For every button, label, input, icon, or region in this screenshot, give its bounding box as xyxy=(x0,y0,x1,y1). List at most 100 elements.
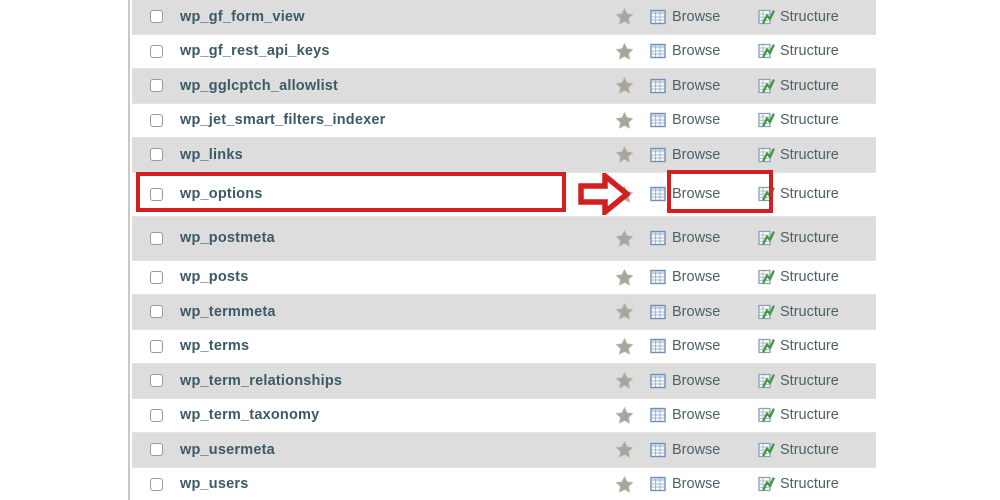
structure-action[interactable]: Structure xyxy=(758,442,876,458)
structure-action[interactable]: Structure xyxy=(758,78,876,94)
checkbox-icon[interactable] xyxy=(149,339,163,353)
checkbox-icon[interactable] xyxy=(149,305,163,319)
checkbox-icon[interactable] xyxy=(149,10,163,24)
browse-action[interactable]: Browse xyxy=(650,476,758,492)
row-select-cell[interactable] xyxy=(132,113,180,127)
checkbox-icon[interactable] xyxy=(149,374,163,388)
browse-action[interactable]: Browse xyxy=(650,9,758,25)
table-row[interactable]: wp_term_relationships Browse Structure xyxy=(132,364,876,399)
favorite-toggle[interactable] xyxy=(598,145,650,164)
structure-action[interactable]: Structure xyxy=(758,476,876,492)
star-icon[interactable] xyxy=(615,268,634,287)
table-name-link[interactable]: wp_term_taxonomy xyxy=(180,407,598,423)
star-icon[interactable] xyxy=(615,145,634,164)
table-row[interactable]: wp_usermeta Browse Structure xyxy=(132,433,876,468)
browse-action[interactable]: Browse xyxy=(650,373,758,389)
favorite-toggle[interactable] xyxy=(598,111,650,130)
browse-action[interactable]: Browse xyxy=(650,78,758,94)
table-name-link[interactable]: wp_usermeta xyxy=(180,442,598,458)
row-select-cell[interactable] xyxy=(132,305,180,319)
star-icon[interactable] xyxy=(615,229,634,248)
checkbox-icon[interactable] xyxy=(149,477,163,491)
table-row[interactable]: wp_postmeta Browse Structure xyxy=(132,216,876,261)
structure-action[interactable]: Structure xyxy=(758,9,876,25)
browse-action[interactable]: Browse xyxy=(650,338,758,354)
structure-action[interactable]: Structure xyxy=(758,230,876,246)
star-icon[interactable] xyxy=(615,302,634,321)
structure-action[interactable]: Structure xyxy=(758,186,876,202)
table-name-link[interactable]: wp_options xyxy=(180,186,598,202)
favorite-toggle[interactable] xyxy=(598,371,650,390)
star-icon[interactable] xyxy=(615,111,634,130)
star-icon[interactable] xyxy=(615,185,634,204)
table-row[interactable]: wp_gf_form_view Browse Structure xyxy=(132,0,876,35)
row-select-cell[interactable] xyxy=(132,187,180,201)
table-name-link[interactable]: wp_gf_rest_api_keys xyxy=(180,43,598,59)
table-row[interactable]: wp_gglcptch_allowlist Browse Structure xyxy=(132,69,876,104)
table-row[interactable]: wp_posts Browse Structure xyxy=(132,260,876,295)
structure-action[interactable]: Structure xyxy=(758,304,876,320)
favorite-toggle[interactable] xyxy=(598,76,650,95)
structure-action[interactable]: Structure xyxy=(758,373,876,389)
structure-action[interactable]: Structure xyxy=(758,147,876,163)
table-name-link[interactable]: wp_links xyxy=(180,147,598,163)
star-icon[interactable] xyxy=(615,76,634,95)
checkbox-icon[interactable] xyxy=(149,408,163,422)
table-row[interactable]: wp_gf_rest_api_keys Browse Structure xyxy=(132,34,876,69)
row-select-cell[interactable] xyxy=(132,44,180,58)
table-row[interactable]: wp_terms Browse Structure xyxy=(132,329,876,364)
table-name-link[interactable]: wp_gglcptch_allowlist xyxy=(180,78,598,94)
row-select-cell[interactable] xyxy=(132,231,180,245)
checkbox-icon[interactable] xyxy=(149,231,163,245)
table-name-link[interactable]: wp_terms xyxy=(180,338,598,354)
star-icon[interactable] xyxy=(615,406,634,425)
row-select-cell[interactable] xyxy=(132,443,180,457)
favorite-toggle[interactable] xyxy=(598,42,650,61)
favorite-toggle[interactable] xyxy=(598,7,650,26)
checkbox-icon[interactable] xyxy=(149,113,163,127)
checkbox-icon[interactable] xyxy=(149,270,163,284)
browse-action[interactable]: Browse xyxy=(650,442,758,458)
row-select-cell[interactable] xyxy=(132,10,180,24)
structure-action[interactable]: Structure xyxy=(758,269,876,285)
row-select-cell[interactable] xyxy=(132,339,180,353)
browse-action[interactable]: Browse xyxy=(650,147,758,163)
structure-action[interactable]: Structure xyxy=(758,43,876,59)
checkbox-icon[interactable] xyxy=(149,443,163,457)
row-select-cell[interactable] xyxy=(132,270,180,284)
structure-action[interactable]: Structure xyxy=(758,338,876,354)
browse-action[interactable]: Browse xyxy=(650,43,758,59)
table-name-link[interactable]: wp_users xyxy=(180,476,598,492)
star-icon[interactable] xyxy=(615,42,634,61)
browse-action[interactable]: Browse xyxy=(650,112,758,128)
star-icon[interactable] xyxy=(615,337,634,356)
checkbox-icon[interactable] xyxy=(149,79,163,93)
star-icon[interactable] xyxy=(615,475,634,494)
browse-action[interactable]: Browse xyxy=(650,407,758,423)
browse-action[interactable]: Browse xyxy=(650,230,758,246)
checkbox-icon[interactable] xyxy=(149,148,163,162)
browse-action[interactable]: Browse xyxy=(650,186,758,202)
structure-action[interactable]: Structure xyxy=(758,407,876,423)
table-row[interactable]: wp_links Browse Structure xyxy=(132,138,876,173)
favorite-toggle[interactable] xyxy=(598,268,650,287)
favorite-toggle[interactable] xyxy=(598,185,650,204)
star-icon[interactable] xyxy=(615,440,634,459)
table-name-link[interactable]: wp_posts xyxy=(180,269,598,285)
table-name-link[interactable]: wp_jet_smart_filters_indexer xyxy=(180,112,598,128)
table-name-link[interactable]: wp_term_relationships xyxy=(180,373,598,389)
row-select-cell[interactable] xyxy=(132,79,180,93)
row-select-cell[interactable] xyxy=(132,408,180,422)
favorite-toggle[interactable] xyxy=(598,337,650,356)
star-icon[interactable] xyxy=(615,7,634,26)
favorite-toggle[interactable] xyxy=(598,475,650,494)
checkbox-icon[interactable] xyxy=(149,187,163,201)
favorite-toggle[interactable] xyxy=(598,440,650,459)
favorite-toggle[interactable] xyxy=(598,302,650,321)
favorite-toggle[interactable] xyxy=(598,229,650,248)
row-select-cell[interactable] xyxy=(132,477,180,491)
favorite-toggle[interactable] xyxy=(598,406,650,425)
table-name-link[interactable]: wp_termmeta xyxy=(180,304,598,320)
table-row[interactable]: wp_termmeta Browse Structure xyxy=(132,295,876,330)
row-select-cell[interactable] xyxy=(132,374,180,388)
